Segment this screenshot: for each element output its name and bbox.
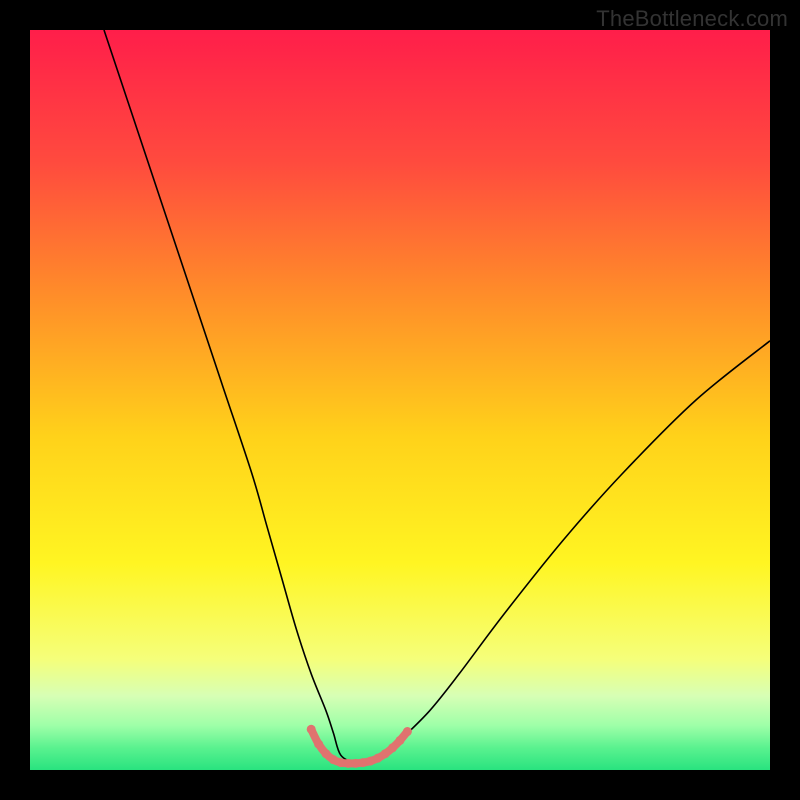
optimal-marker-dot [396, 736, 405, 745]
optimal-marker-dot [314, 740, 323, 749]
chart-svg [30, 30, 770, 770]
optimal-marker-dot [322, 749, 331, 758]
optimal-marker-dot [307, 725, 316, 734]
chart-plot-area [30, 30, 770, 770]
optimal-marker-dot [388, 743, 397, 752]
optimal-marker-dot [381, 749, 390, 758]
optimal-marker-dot [403, 727, 412, 736]
chart-frame: TheBottleneck.com [0, 0, 800, 800]
optimal-marker-dot [359, 758, 368, 767]
watermark-text: TheBottleneck.com [596, 6, 788, 32]
